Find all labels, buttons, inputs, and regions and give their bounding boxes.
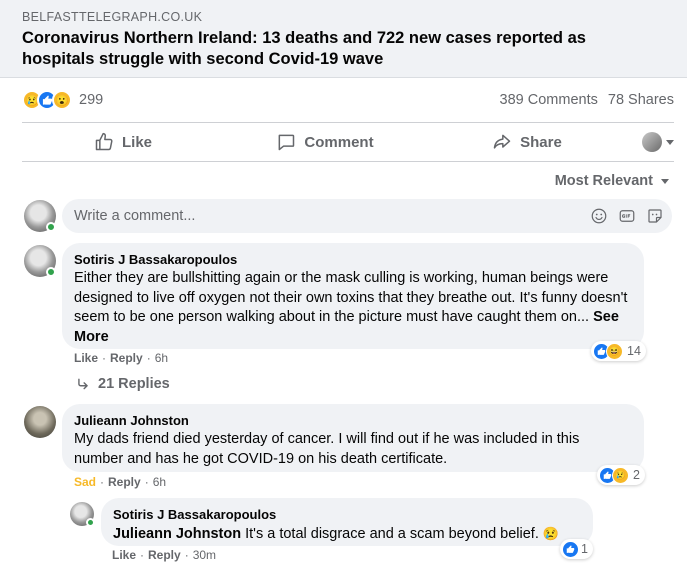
comment-meta: Sad · Reply · 6h (74, 475, 167, 489)
sort-label: Most Relevant (554, 173, 653, 189)
chevron-down-icon (661, 178, 669, 184)
comment-reply-link[interactable]: Reply (110, 351, 143, 365)
sad-reaction-icon: 😢 (612, 466, 629, 484)
comment-input-placeholder: Write a comment... (74, 208, 196, 224)
comment-button[interactable]: Comment (224, 123, 426, 161)
replies-count-label: 21 Replies (98, 376, 170, 392)
comment-sort-dropdown[interactable]: Most Relevant (555, 173, 669, 189)
comment-text: Either they are bullshitting again or th… (74, 269, 632, 347)
reply-reaction-count: 1 (581, 542, 588, 556)
sad-emoji-icon: 😢 (542, 526, 560, 541)
mention-link[interactable]: Julieann Johnston (113, 526, 241, 542)
like-reaction-icon (562, 540, 579, 558)
comment-bubble: Sotiris J Bassakaropoulos Either they ar… (62, 243, 644, 349)
comment-bubble-icon (278, 134, 295, 151)
reply-meta: Like · Reply · 30m (112, 548, 217, 562)
comment-author[interactable]: Julieann Johnston (74, 412, 632, 429)
thumbs-up-icon (95, 132, 113, 151)
comment-input[interactable]: Write a comment... (62, 199, 672, 233)
reply-bubble: Sotiris J Bassakaropoulos Julieann Johns… (101, 498, 593, 546)
comment-reaction-count: 2 (633, 468, 640, 482)
online-status-dot (46, 222, 56, 232)
sticker-icon[interactable] (646, 207, 664, 225)
user-reaction-link[interactable]: Sad (74, 475, 96, 489)
share-button[interactable]: Share (426, 123, 628, 161)
reply-timestamp[interactable]: 30m (193, 548, 216, 562)
like-button-label: Like (121, 133, 152, 151)
comment-body: Either they are bullshitting again or th… (74, 270, 628, 325)
reply-like-link[interactable]: Like (112, 548, 136, 562)
post-action-bar: Like Comment Share (22, 122, 674, 162)
reply-reply-link[interactable]: Reply (148, 548, 181, 562)
comment-bubble: Julieann Johnston My dads friend died ye… (62, 404, 644, 472)
reaction-count[interactable]: 299 (79, 92, 103, 108)
online-status-dot (86, 518, 95, 527)
comment-timestamp[interactable]: 6h (153, 475, 166, 489)
haha-reaction-icon: 😆 (606, 342, 623, 360)
current-user-avatar (642, 132, 662, 152)
comment-reaction-count: 14 (627, 344, 641, 358)
comment-body: My dads friend died yesterday of cancer.… (74, 431, 580, 467)
wow-reaction-icon: 😮 (52, 90, 72, 110)
link-preview-card[interactable]: BELFASTTELEGRAPH.CO.UK Coronavirus North… (0, 0, 687, 78)
reaction-summary[interactable]: 😢 😮 299 (22, 90, 103, 110)
comment-reply-link[interactable]: Reply (108, 475, 141, 489)
like-button[interactable]: Like (22, 123, 224, 161)
reply-arrow-icon (78, 378, 88, 390)
link-domain: BELFASTTELEGRAPH.CO.UK (22, 10, 203, 24)
chevron-down-icon (666, 139, 674, 145)
reply-reactions[interactable]: 1 (560, 539, 593, 559)
reply-text: Julieann Johnston It's a total disgrace … (113, 524, 581, 545)
share-button-label: Share (520, 133, 562, 151)
link-title[interactable]: Coronavirus Northern Ireland: 13 deaths … (22, 28, 662, 70)
reply-body: It's a total disgrace and a scam beyond … (241, 526, 539, 542)
comment-button-label: Comment (304, 133, 374, 151)
gif-icon[interactable] (618, 207, 636, 225)
comment-timestamp[interactable]: 6h (155, 351, 168, 365)
view-replies-link[interactable]: 21 Replies (76, 376, 170, 392)
comment-reactions[interactable]: 😆 14 (591, 341, 646, 361)
comment-meta: Like · Reply · 6h (74, 351, 169, 365)
emoji-icon[interactable] (590, 207, 608, 225)
comment-reactions[interactable]: 😢 2 (597, 465, 645, 485)
online-status-dot (46, 267, 56, 277)
comment-author[interactable]: Sotiris J Bassakaropoulos (74, 251, 632, 268)
comments-count[interactable]: 389 Comments (500, 92, 598, 108)
share-arrow-icon (493, 134, 511, 149)
shares-count[interactable]: 78 Shares (608, 92, 674, 108)
comment-like-link[interactable]: Like (74, 351, 98, 365)
post-as-selector[interactable] (628, 132, 674, 152)
reply-author[interactable]: Sotiris J Bassakaropoulos (113, 506, 581, 523)
comment-author-avatar[interactable] (24, 406, 56, 438)
post-stats-bar: 😢 😮 299 389 Comments 78 Shares (22, 88, 674, 112)
